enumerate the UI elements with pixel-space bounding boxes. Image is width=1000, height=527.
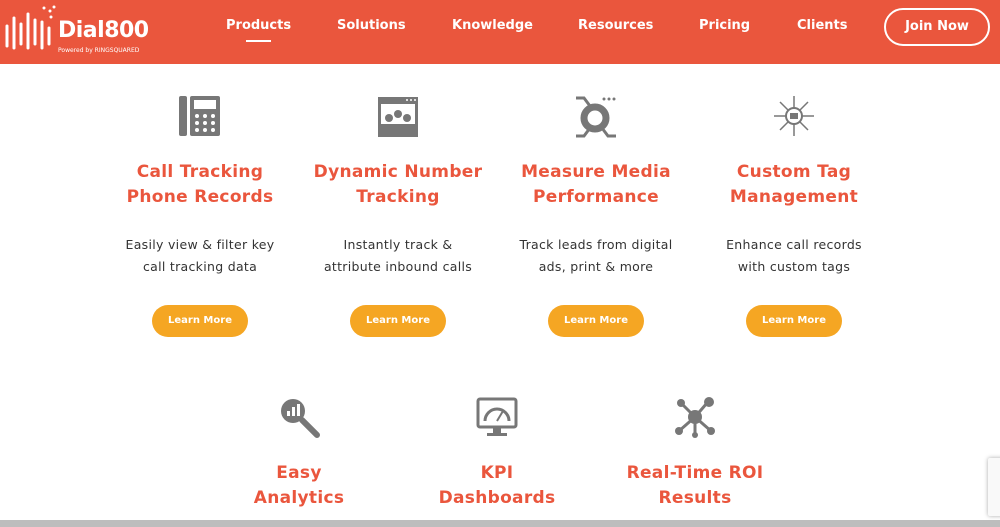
card-desc-line2: with custom tags <box>737 259 851 274</box>
card-title-line1: Easy <box>276 463 322 483</box>
card-title-line2: Management <box>729 187 859 207</box>
megaphone-network-icon <box>694 91 894 141</box>
network-nodes-icon <box>595 392 795 442</box>
learn-more-button[interactable]: Learn More <box>350 305 446 337</box>
learn-more-button[interactable]: Learn More <box>548 305 644 337</box>
top-nav: Dial800 Powered by RINGSQUARED Products … <box>0 0 1000 64</box>
learn-more-button[interactable]: Learn More <box>152 305 248 337</box>
card-title-line1: Real-Time ROI <box>626 463 764 483</box>
card-real-time-roi: Real-Time ROI Results <box>595 392 795 511</box>
nav-clients[interactable]: Clients <box>797 18 847 33</box>
audience-screen-icon <box>298 91 498 141</box>
card-title-line1: Custom Tag <box>736 162 852 182</box>
card-desc-line1: Track leads from digital <box>519 237 673 252</box>
card-title-line2: Performance <box>532 187 660 207</box>
card-kpi-dashboards: KPI Dashboards <box>397 392 597 511</box>
nav-resources[interactable]: Resources <box>578 18 653 33</box>
card-desc-line2: ads, print & more <box>538 259 654 274</box>
card-desc-line1: Enhance call records <box>726 237 862 252</box>
brand-name: Dial800 <box>58 18 149 43</box>
desk-phone-icon <box>100 91 300 141</box>
card-custom-tag: Custom Tag Management Enhance call record… <box>694 91 894 337</box>
card-title-line1: Dynamic Number <box>313 162 483 182</box>
nav-products[interactable]: Products <box>226 18 291 42</box>
powered-by: Powered by RINGSQUARED <box>58 47 140 54</box>
nav-pricing[interactable]: Pricing <box>699 18 750 33</box>
card-easy-analytics: Easy Analytics <box>199 392 399 511</box>
card-desc-line1: Easily view & filter key <box>125 237 275 252</box>
card-title-line2: Tracking <box>356 187 440 207</box>
card-desc-line2: attribute inbound calls <box>323 259 473 274</box>
card-title-line1: KPI <box>480 463 514 483</box>
nav-solutions[interactable]: Solutions <box>337 18 406 33</box>
horizontal-scrollbar[interactable] <box>0 520 1000 527</box>
card-desc-line1: Instantly track & <box>343 237 453 252</box>
card-desc-line2: call tracking data <box>142 259 258 274</box>
recaptcha-badge[interactable] <box>988 458 1000 516</box>
card-title-line1: Call Tracking <box>136 162 264 182</box>
card-measure-media: Measure Media Performance Track leads fro… <box>496 91 696 337</box>
nav-knowledge[interactable]: Knowledge <box>452 18 533 33</box>
dial800-logo[interactable]: Dial800 Powered by RINGSQUARED <box>4 4 164 54</box>
pie-chart-icon <box>496 91 696 141</box>
magnifier-chart-icon <box>199 392 399 442</box>
join-now-button[interactable]: Join Now <box>884 8 990 46</box>
logo-mark-icon <box>5 5 56 50</box>
card-title-line2: Results <box>658 488 732 508</box>
card-title-line2: Phone Records <box>126 187 274 207</box>
card-dynamic-number: Dynamic Number Tracking Instantly track &… <box>298 91 498 337</box>
card-title-line2: Analytics <box>253 488 345 508</box>
dashboard-monitor-icon <box>397 392 597 442</box>
card-title-line1: Measure Media <box>521 162 671 182</box>
card-title-line2: Dashboards <box>438 488 556 508</box>
learn-more-button[interactable]: Learn More <box>746 305 842 337</box>
card-call-tracking: Call Tracking Phone Records Easily view &… <box>100 91 300 337</box>
